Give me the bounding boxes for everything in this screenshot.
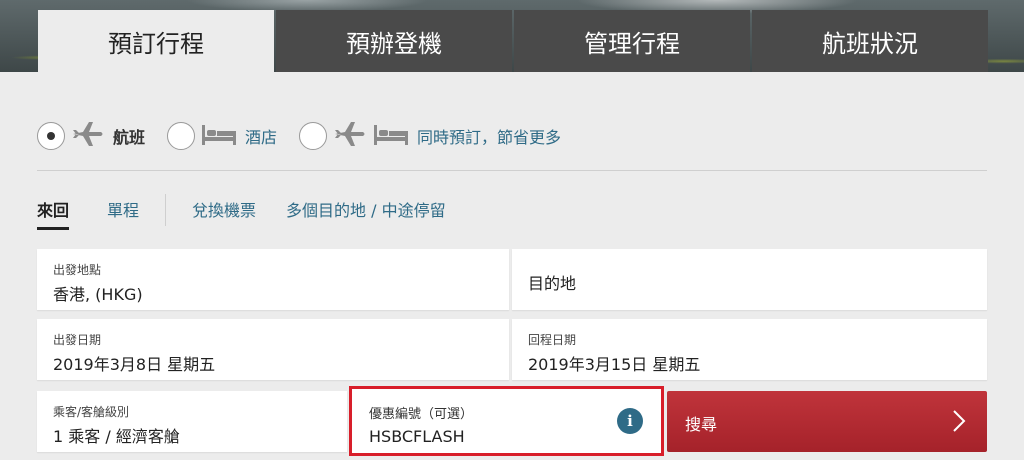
trip-type-tabs: 來回 單程 兌換機票 多個目的地 / 中途停留 bbox=[37, 194, 446, 231]
plane-icon bbox=[333, 120, 367, 152]
product-type-selector: 航班 酒店 同時預訂，節省更多 bbox=[37, 116, 583, 156]
option-flight-label: 航班 bbox=[113, 128, 146, 147]
chevron-right-icon bbox=[951, 409, 967, 437]
tab-check-in[interactable]: 預辦登機 bbox=[276, 10, 512, 72]
depart-date-field[interactable]: 出發日期 2019年3月8日 星期五 bbox=[37, 319, 509, 380]
origin-field[interactable]: 出發地點 香港, (HKG) bbox=[37, 249, 509, 310]
info-icon[interactable]: i bbox=[617, 408, 643, 434]
passengers-value: 1 乘客 / 經濟客艙 bbox=[53, 427, 180, 446]
promo-code-value: HSBCFLASH bbox=[369, 427, 465, 446]
search-button-label: 搜尋 bbox=[685, 415, 718, 434]
trip-separator bbox=[165, 194, 167, 226]
flight-radio[interactable] bbox=[37, 122, 65, 150]
tab-manage-booking[interactable]: 管理行程 bbox=[514, 10, 750, 72]
depart-date-label: 出發日期 bbox=[53, 333, 102, 347]
return-date-label: 回程日期 bbox=[528, 333, 577, 347]
tab-book-trip[interactable]: 預訂行程 bbox=[38, 10, 274, 72]
tab-flight-status[interactable]: 航班狀況 bbox=[752, 10, 988, 72]
trip-multi-city[interactable]: 多個目的地 / 中途停留 bbox=[286, 197, 446, 227]
option-hotel[interactable]: 酒店 bbox=[167, 121, 277, 151]
passengers-label: 乘客/客艙級別 bbox=[53, 405, 130, 419]
origin-value: 香港, (HKG) bbox=[53, 285, 143, 304]
promo-code-field[interactable]: 優惠編號（可選） HSBCFLASH i bbox=[349, 386, 664, 456]
destination-field[interactable]: 目的地 bbox=[512, 249, 987, 310]
trip-one-way[interactable]: 單程 bbox=[107, 197, 139, 227]
promo-code-label: 優惠編號（可選） bbox=[369, 407, 474, 422]
return-date-value: 2019年3月15日 星期五 bbox=[528, 355, 701, 374]
return-date-field[interactable]: 回程日期 2019年3月15日 星期五 bbox=[512, 319, 987, 380]
search-button[interactable]: 搜尋 bbox=[667, 391, 987, 452]
option-flight-hotel-label: 同時預訂，節省更多 bbox=[417, 128, 562, 147]
plane-icon bbox=[71, 120, 105, 152]
passengers-field[interactable]: 乘客/客艙級別 1 乘客 / 經濟客艙 bbox=[37, 391, 347, 452]
main-nav-tabs: 預訂行程 預辦登機 管理行程 航班狀況 bbox=[38, 10, 988, 72]
radio-selected-dot bbox=[47, 132, 55, 140]
bed-icon bbox=[373, 121, 409, 151]
bed-icon bbox=[201, 121, 237, 151]
trip-round-trip[interactable]: 來回 bbox=[37, 197, 70, 230]
option-flight[interactable]: 航班 bbox=[37, 120, 145, 152]
section-divider bbox=[37, 170, 987, 171]
hotel-radio[interactable] bbox=[167, 122, 196, 150]
option-flight-hotel[interactable]: 同時預訂，節省更多 bbox=[299, 120, 561, 152]
destination-placeholder: 目的地 bbox=[528, 274, 577, 293]
depart-date-value: 2019年3月8日 星期五 bbox=[53, 355, 216, 374]
flight-hotel-radio[interactable] bbox=[299, 122, 328, 150]
origin-label: 出發地點 bbox=[53, 263, 102, 277]
option-hotel-label: 酒店 bbox=[245, 128, 278, 147]
trip-redeem[interactable]: 兌換機票 bbox=[192, 197, 256, 227]
